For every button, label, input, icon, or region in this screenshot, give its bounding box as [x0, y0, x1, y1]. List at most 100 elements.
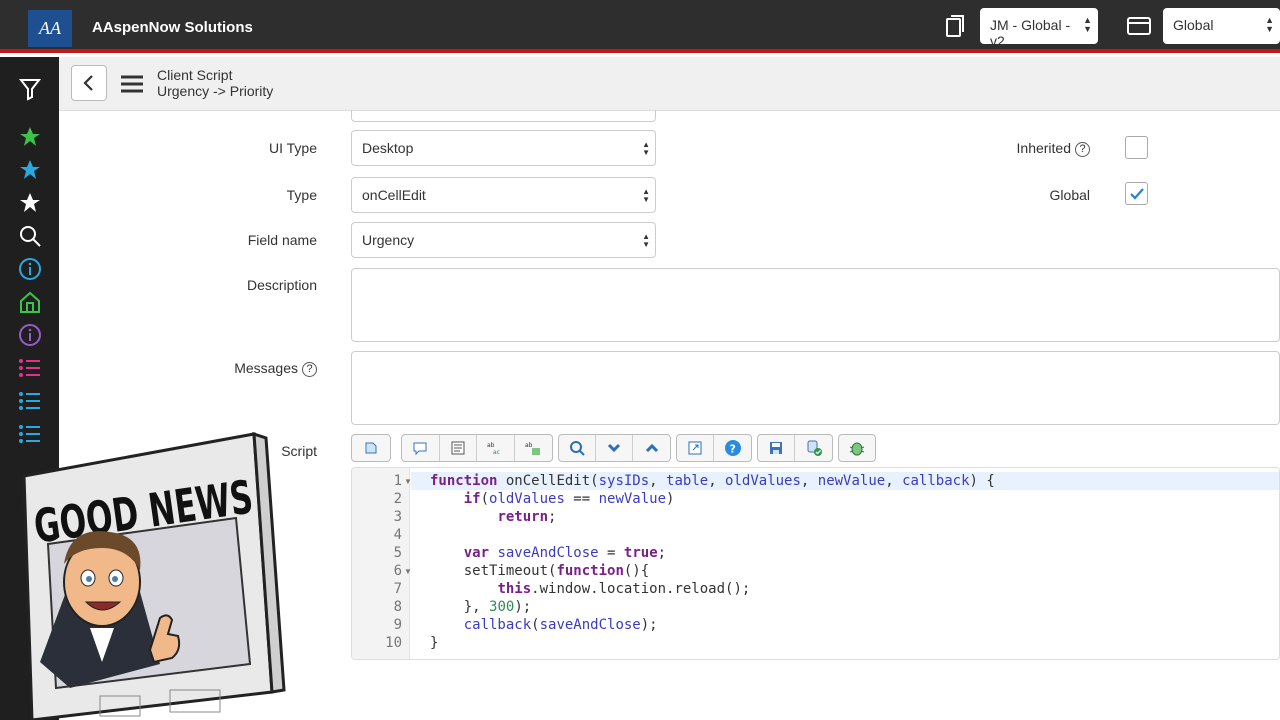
inherited-label: Inherited [1016, 140, 1071, 156]
code-line[interactable]: } [430, 635, 438, 651]
record-name: Urgency -> Priority [157, 83, 274, 99]
save-button[interactable] [758, 435, 796, 461]
chevron-down-icon [607, 443, 621, 453]
select-arrows-icon: ▲ ▼ [1265, 15, 1274, 34]
debug-check-icon [807, 440, 822, 456]
toolbar-group-debug [838, 434, 876, 462]
code-line[interactable]: if(oldValues == newValue) [430, 491, 675, 507]
debug-button[interactable] [839, 435, 875, 461]
back-button[interactable] [71, 65, 107, 101]
favorite-star-blue-icon[interactable] [18, 158, 42, 182]
filter-icon[interactable] [18, 77, 42, 101]
description-textarea[interactable] [351, 268, 1280, 342]
top-banner: AA AAspenNow Solutions JM - Global - v2 … [0, 0, 1280, 53]
toolbar-group-view: ? [676, 434, 752, 462]
info-purple-icon[interactable] [18, 323, 42, 347]
svg-text:ac: ac [493, 449, 500, 456]
help-icon[interactable]: ? [1075, 141, 1090, 157]
list-cyan-icon[interactable] [18, 389, 42, 413]
line-number: 1 [393, 473, 402, 489]
application-select[interactable]: Global ▲ ▼ [1163, 8, 1280, 44]
messages-label-wrap: Messages? [117, 360, 317, 377]
line-number: 4 [393, 527, 402, 543]
toggle-syntax-icon [365, 442, 377, 454]
inherited-label-wrap: Inherited? [890, 140, 1090, 157]
replace-all-button[interactable]: ab [515, 435, 552, 461]
toolbar-group-format: ab ac ab [401, 434, 553, 462]
field-name-label: Field name [247, 232, 317, 248]
scrolled-field-bottom [351, 110, 656, 122]
global-label: Global [1049, 187, 1090, 203]
full-screen-button[interactable] [677, 435, 715, 461]
code-line[interactable]: return; [430, 509, 556, 525]
code-line[interactable]: callback(saveAndClose); [430, 617, 658, 633]
ui-type-label: UI Type [269, 140, 317, 156]
chevron-left-icon [83, 75, 93, 91]
line-number-gutter: 1 2 3 4 5 6 7 8 9 10 ▼ ▼ [352, 468, 412, 659]
brand-name: AAspenNow Solutions [92, 19, 253, 36]
toolbar-group-search [558, 434, 671, 462]
svg-text:?: ? [729, 443, 735, 456]
find-previous-button[interactable] [633, 435, 670, 461]
code-line[interactable]: setTimeout(function(){ [430, 563, 649, 579]
code-line[interactable]: var saveAndClose = true; [430, 545, 666, 561]
replace-icon: abac [487, 442, 500, 456]
messages-textarea[interactable] [351, 351, 1280, 425]
select-arrows-icon: ▲ ▼ [642, 187, 650, 204]
ui-type-select[interactable]: Desktop ▲ ▼ [351, 130, 656, 166]
code-line[interactable]: function onCellEdit(sysIDs, table, oldVa… [430, 473, 995, 489]
favorite-star-white-icon[interactable] [18, 191, 42, 215]
form-title: Client Script [157, 67, 233, 83]
line-number: 10 [385, 635, 402, 651]
company-logo[interactable]: AA [28, 10, 72, 47]
description-label: Description [246, 277, 317, 293]
svg-text:ab: ab [525, 442, 533, 449]
update-set-select[interactable]: JM - Global - v2 ▲ ▼ [980, 8, 1098, 49]
format-code-icon [451, 441, 465, 455]
line-number: 8 [393, 599, 402, 615]
favorite-star-green-icon[interactable] [18, 125, 42, 149]
field-name-select[interactable]: Urgency ▲ ▼ [351, 222, 656, 258]
info-cyan-icon[interactable] [18, 257, 42, 281]
code-line[interactable]: this.window.location.reload(); [430, 581, 750, 597]
help-button[interactable]: ? [714, 435, 751, 461]
list-pink-icon[interactable] [18, 356, 42, 380]
bug-icon [849, 442, 865, 456]
context-menu-icon[interactable] [120, 74, 144, 94]
find-next-button[interactable] [596, 435, 634, 461]
documents-icon[interactable] [944, 14, 968, 38]
application-value: Global [1173, 17, 1214, 33]
line-number: 3 [393, 509, 402, 525]
checkmark-icon [1130, 188, 1144, 200]
replace-button[interactable]: ab ac [477, 435, 515, 461]
toggle-syntax-button[interactable] [352, 435, 390, 461]
global-checkbox[interactable] [1125, 182, 1148, 205]
line-number: 7 [393, 581, 402, 597]
inherited-checkbox[interactable] [1125, 136, 1148, 159]
ui-type-value: Desktop [362, 140, 414, 156]
search-button[interactable] [559, 435, 597, 461]
type-label: Type [286, 187, 317, 203]
format-code-button[interactable] [440, 435, 478, 461]
select-arrows-icon: ▲ ▼ [642, 140, 650, 157]
replace-all-icon: ab [525, 442, 541, 455]
form-header: Client Script Urgency -> Priority [59, 57, 1280, 111]
script-debugger-button[interactable] [795, 435, 832, 461]
messages-label: Messages [234, 360, 298, 376]
select-arrows-icon: ▲ ▼ [642, 232, 650, 249]
type-value: onCellEdit [362, 187, 426, 203]
search-icon[interactable] [18, 224, 42, 248]
magnifier-icon [570, 441, 585, 456]
select-arrows-icon: ▲ ▼ [1083, 15, 1092, 34]
update-set-value: JM - Global - v2 [990, 17, 1071, 49]
line-number: 6 [393, 563, 402, 579]
application-picker-icon[interactable] [1127, 16, 1151, 36]
help-icon[interactable]: ? [302, 361, 317, 377]
type-select[interactable]: onCellEdit ▲ ▼ [351, 177, 656, 213]
comment-button[interactable] [402, 435, 440, 461]
script-editor[interactable]: 1 2 3 4 5 6 7 8 9 10 ▼ ▼ function onCell… [351, 467, 1280, 660]
home-icon[interactable] [18, 290, 42, 314]
chevron-up-icon [645, 443, 658, 453]
fold-arrow-icon[interactable]: ▼ [404, 567, 412, 576]
code-line[interactable]: }, 300); [430, 599, 531, 615]
